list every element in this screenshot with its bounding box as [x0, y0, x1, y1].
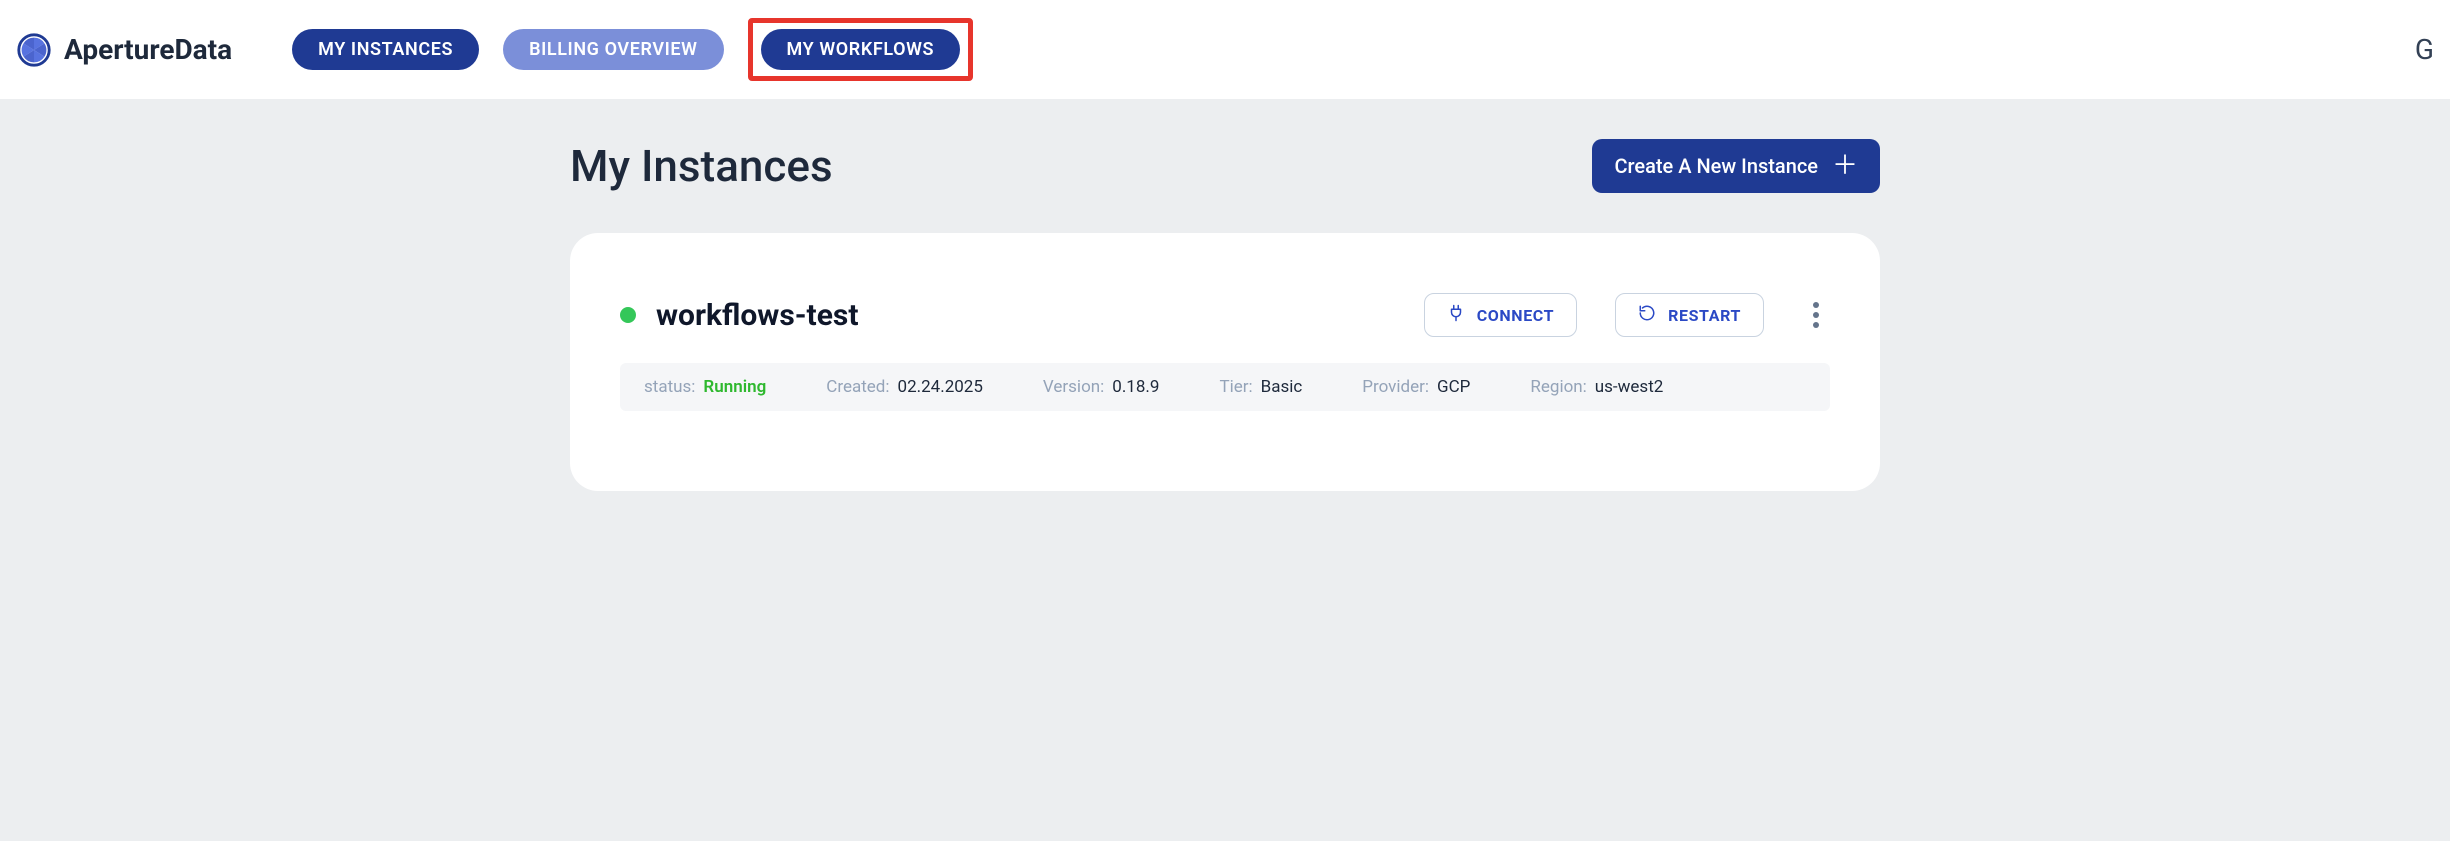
detail-provider-label: Provider:	[1362, 377, 1429, 397]
detail-created-label: Created:	[826, 377, 889, 397]
plus-icon: ＋	[1832, 153, 1858, 179]
nav-my-instances[interactable]: MY INSTANCES	[292, 29, 479, 70]
detail-tier-label: Tier:	[1219, 377, 1252, 397]
detail-region-label: Region:	[1530, 377, 1586, 397]
detail-status: status: Running	[644, 377, 766, 397]
connect-label: CONNECT	[1477, 306, 1554, 325]
top-header: ApertureData MY INSTANCES BILLING OVERVI…	[0, 0, 2450, 99]
instance-menu-button[interactable]	[1802, 302, 1830, 328]
brand-block: ApertureData	[14, 30, 232, 70]
plug-icon	[1447, 304, 1465, 326]
nav-my-workflows[interactable]: MY WORKFLOWS	[761, 29, 961, 70]
detail-tier-value: Basic	[1261, 377, 1303, 397]
page-title-row: My Instances Create A New Instance ＋	[570, 139, 1880, 193]
instance-card: workflows-test CONNECT	[570, 233, 1880, 491]
detail-status-value: Running	[703, 377, 766, 397]
detail-status-label: status:	[644, 377, 695, 397]
status-dot-icon	[620, 307, 636, 323]
detail-provider: Provider: GCP	[1362, 377, 1470, 397]
detail-created-value: 02.24.2025	[898, 377, 983, 397]
detail-created: Created: 02.24.2025	[826, 377, 983, 397]
top-nav: MY INSTANCES BILLING OVERVIEW MY WORKFLO…	[292, 18, 973, 81]
header-right-glyph[interactable]: G	[2415, 33, 2438, 66]
instance-details: status: Running Created: 02.24.2025 Vers…	[620, 363, 1830, 411]
detail-version-label: Version:	[1043, 377, 1104, 397]
detail-tier: Tier: Basic	[1219, 377, 1302, 397]
connect-button[interactable]: CONNECT	[1424, 293, 1577, 337]
create-instance-label: Create A New Instance	[1614, 154, 1818, 178]
create-instance-button[interactable]: Create A New Instance ＋	[1592, 139, 1880, 193]
detail-region-value: us-west2	[1595, 377, 1664, 397]
instance-header: workflows-test CONNECT	[620, 293, 1830, 337]
page-body: My Instances Create A New Instance ＋ wor…	[0, 99, 2450, 841]
restart-icon	[1638, 304, 1656, 326]
detail-version-value: 0.18.9	[1112, 377, 1159, 397]
detail-version: Version: 0.18.9	[1043, 377, 1160, 397]
detail-region: Region: us-west2	[1530, 377, 1663, 397]
nav-my-workflows-highlight: MY WORKFLOWS	[748, 18, 974, 81]
restart-label: RESTART	[1668, 306, 1741, 325]
page-title: My Instances	[570, 140, 833, 192]
brand-name: ApertureData	[64, 33, 232, 66]
restart-button[interactable]: RESTART	[1615, 293, 1764, 337]
instance-name: workflows-test	[656, 298, 858, 333]
nav-billing-overview[interactable]: BILLING OVERVIEW	[503, 29, 723, 70]
detail-provider-value: GCP	[1437, 377, 1470, 397]
aperture-logo-icon	[14, 30, 54, 70]
